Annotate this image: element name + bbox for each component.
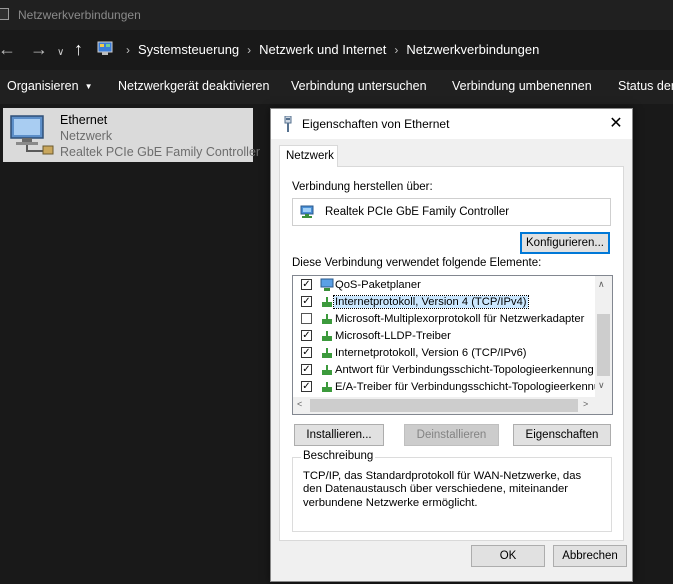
- ethernet-properties-dialog: Eigenschaften von Ethernet ✕ Netzwerk Ve…: [270, 108, 633, 582]
- network-protocol-icon: [322, 382, 332, 392]
- app-icon: [0, 8, 9, 20]
- diagnose-connection-button[interactable]: Verbindung untersuchen: [291, 79, 427, 93]
- ethernet-adapter-icon: [10, 115, 54, 155]
- description-text: TCP/IP, das Standardprotokoll für WAN-Ne…: [303, 470, 582, 509]
- network-protocol-icon: [322, 297, 332, 307]
- network-service-icon: [320, 278, 334, 291]
- component-checkbox[interactable]: ✓: [301, 330, 312, 341]
- install-button[interactable]: Installieren...: [294, 424, 384, 446]
- network-protocol-icon: [322, 331, 332, 341]
- components-list[interactable]: ✓ QoS-Paketplaner ✓ Internetprotokoll, Vers…: [292, 275, 613, 415]
- connection-status: Netzwerk: [60, 129, 113, 143]
- organize-label: Organisieren: [7, 79, 79, 93]
- properties-button[interactable]: Eigenschaften: [513, 424, 611, 446]
- component-checkbox[interactable]: [301, 313, 312, 324]
- breadcrumb-netzwerkverbindungen[interactable]: Netzwerkverbindungen: [406, 42, 539, 57]
- horizontal-scrollbar[interactable]: < >: [293, 397, 595, 414]
- component-row[interactable]: ✓ QoS-Paketplaner: [293, 277, 595, 294]
- tab-panel-netzwerk: Verbindung herstellen über: Realtek PCIe…: [279, 166, 624, 541]
- network-protocol-icon: [322, 314, 332, 324]
- network-cable-icon: [284, 116, 292, 132]
- scroll-down-icon[interactable]: ∨: [598, 380, 605, 391]
- breadcrumb: › Systemsteuerung › Netzwerk und Internet › N…: [118, 42, 539, 57]
- vertical-scroll-thumb[interactable]: [597, 314, 610, 376]
- window-titlebar: Netzwerkverbindungen: [0, 0, 673, 30]
- horizontal-scroll-thumb[interactable]: [310, 399, 578, 412]
- dropdown-caret-icon: ▼: [84, 82, 93, 91]
- component-label: QoS-Paketplaner: [335, 279, 421, 291]
- component-label: Internetprotokoll, Version 4 (TCP/IPv4): [333, 295, 529, 309]
- ok-button[interactable]: OK: [471, 545, 545, 567]
- up-arrow-icon[interactable]: ↑: [74, 39, 83, 59]
- cancel-button[interactable]: Abbrechen: [553, 545, 627, 567]
- view-status-button[interactable]: Status der: [618, 79, 673, 93]
- network-adapter-icon: [300, 205, 314, 218]
- component-row[interactable]: ✓ E/A-Treiber für Verbindungsschicht-Topo…: [293, 379, 612, 396]
- breadcrumb-separator: ›: [126, 43, 130, 57]
- component-label: Microsoft-Multiplexorprotokoll für Netzw…: [335, 313, 585, 325]
- description-group: Beschreibung TCP/IP, das Standardprotoko…: [292, 450, 612, 532]
- breadcrumb-separator: ›: [394, 43, 399, 57]
- connection-name: Ethernet: [60, 113, 108, 127]
- scroll-right-icon[interactable]: >: [583, 399, 588, 409]
- dialog-title: Eigenschaften von Ethernet: [302, 117, 450, 131]
- connect-using-label: Verbindung herstellen über:: [292, 181, 433, 193]
- configure-button[interactable]: Konfigurieren...: [520, 232, 610, 254]
- back-arrow-icon[interactable]: ←: [0, 39, 16, 59]
- disable-device-button[interactable]: Netzwerkgerät deaktivieren: [118, 79, 269, 93]
- component-checkbox[interactable]: ✓: [301, 296, 312, 307]
- breadcrumb-separator: ›: [247, 43, 252, 57]
- control-panel-icon: [97, 41, 113, 55]
- component-checkbox[interactable]: ✓: [301, 381, 312, 392]
- command-bar: Organisieren ▼ Netzwerkgerät deaktivieren…: [0, 70, 673, 104]
- window-title: Netzwerkverbindungen: [18, 8, 141, 22]
- component-row[interactable]: ✓ Antwort für Verbindungsschicht-Topologi…: [293, 362, 595, 379]
- close-icon[interactable]: ✕: [601, 112, 631, 136]
- items-label: Diese Verbindung verwendet folgende Elem…: [292, 257, 542, 269]
- component-label: Internetprotokoll, Version 6 (TCP/IPv6): [335, 347, 527, 359]
- network-protocol-icon: [322, 348, 332, 358]
- rename-connection-button[interactable]: Verbindung umbenennen: [452, 79, 592, 93]
- organize-menu[interactable]: Organisieren ▼: [7, 79, 93, 93]
- component-row[interactable]: ✓ Microsoft-LLDP-Treiber: [293, 328, 595, 345]
- connection-item-ethernet[interactable]: Ethernet Netzwerk Realtek PCIe GbE Famil…: [3, 108, 260, 162]
- network-protocol-icon: [322, 365, 332, 375]
- adapter-name: Realtek PCIe GbE Family Controller: [325, 206, 510, 218]
- vertical-scrollbar[interactable]: ∧ ∨: [595, 276, 612, 397]
- dialog-titlebar: Eigenschaften von Ethernet ✕: [271, 109, 632, 139]
- component-row[interactable]: ✓ Internetprotokoll, Version 4 (TCP/IPv4): [293, 294, 595, 311]
- scrollbar-corner: [595, 397, 612, 414]
- uninstall-button: Deinstallieren: [404, 424, 499, 446]
- breadcrumb-netzwerk-und-internet[interactable]: Netzwerk und Internet: [259, 42, 386, 57]
- component-label: E/A-Treiber für Verbindungsschicht-Topol…: [335, 381, 613, 393]
- scroll-left-icon[interactable]: <: [297, 399, 302, 409]
- tab-netzwerk[interactable]: Netzwerk: [279, 145, 338, 167]
- scroll-up-icon[interactable]: ∧: [598, 279, 605, 290]
- forward-arrow-icon[interactable]: →: [30, 39, 48, 59]
- component-label: Antwort für Verbindungsschicht-Topologie…: [335, 364, 594, 376]
- breadcrumb-systemsteuerung[interactable]: Systemsteuerung: [138, 42, 239, 57]
- component-row[interactable]: ✓ Internetprotokoll, Version 6 (TCP/IPv6): [293, 345, 595, 362]
- recent-locations-chevron-icon[interactable]: ∨: [57, 43, 64, 63]
- connection-device: Realtek PCIe GbE Family Controller: [60, 145, 261, 159]
- component-checkbox[interactable]: ✓: [301, 364, 312, 375]
- adapter-field: Realtek PCIe GbE Family Controller: [292, 198, 611, 226]
- component-checkbox[interactable]: ✓: [301, 347, 312, 358]
- component-row[interactable]: Microsoft-Multiplexorprotokoll für Netzw…: [293, 311, 595, 328]
- description-legend: Beschreibung: [301, 450, 376, 462]
- address-bar: ← → ∨ ↑ › Systemsteuerung › Netzwerk und In…: [0, 30, 673, 70]
- component-checkbox[interactable]: ✓: [301, 279, 312, 290]
- component-label: Microsoft-LLDP-Treiber: [335, 330, 451, 342]
